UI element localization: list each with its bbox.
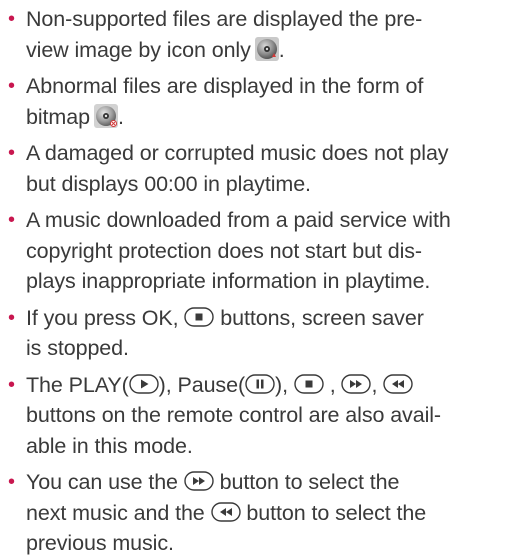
item-text: Abnormal files are displayed in the form…: [26, 74, 424, 98]
bullet: •: [8, 471, 15, 493]
item-text: ), Pause(: [158, 372, 246, 397]
item-text: ),: [275, 372, 288, 397]
stop-button-icon: [294, 373, 324, 394]
play-button-icon: [128, 373, 159, 394]
item-text: If you press OK,: [26, 305, 179, 330]
pause-button-icon: [245, 373, 275, 394]
notes-list: • Non-supported files are displayed the …: [8, 4, 501, 559]
list-item: • The PLAY( ), Pause(), , , buttons on th…: [8, 370, 501, 462]
bullet: •: [8, 209, 15, 231]
item-text: Non-supported files are displayed the pr…: [26, 7, 423, 31]
list-item: • Abnormal files are displayed in the fo…: [8, 71, 501, 132]
rewind-button-icon: [210, 501, 241, 522]
list-item: • If you press OK, buttons, screen saver…: [8, 303, 501, 364]
item-text: able in this mode.: [26, 433, 193, 458]
item-text: but displays 00:00 in playtime.: [26, 171, 311, 196]
item-text: button to select the: [246, 500, 427, 525]
item-text: buttons, screen saver: [220, 305, 424, 330]
item-text: .: [117, 104, 124, 129]
item-text: previous music.: [26, 531, 174, 555]
rewind-button-icon: [383, 373, 413, 394]
unsupported-file-icon: [254, 36, 279, 61]
item-text: bitmap: [26, 104, 90, 129]
item-text: copyright protection does not start but …: [26, 238, 422, 263]
item-text: ,: [371, 372, 378, 397]
stop-button-icon: [184, 306, 215, 327]
list-item: • A damaged or corrupted music does not …: [8, 138, 501, 199]
bullet: •: [8, 373, 15, 396]
list-item: • You can use the button to select the n…: [8, 467, 501, 559]
bullet: •: [8, 75, 15, 97]
item-text: You can use the: [26, 470, 178, 494]
fast-forward-button-icon: [184, 471, 214, 491]
page: • Non-supported files are displayed the …: [0, 0, 507, 555]
item-text: buttons on the remote control are also a…: [26, 403, 441, 427]
list-item: • Non-supported files are displayed the …: [8, 4, 501, 65]
item-text: .: [278, 37, 285, 62]
item-text: The PLAY(: [26, 372, 129, 397]
fast-forward-button-icon: [341, 373, 372, 394]
list-item: • A music downloaded from a paid service…: [8, 205, 501, 297]
item-text: A music downloaded from a paid service w…: [26, 208, 451, 232]
item-text: is stopped.: [26, 336, 129, 360]
item-text: next music and the: [26, 500, 205, 525]
abnormal-file-icon: [93, 103, 118, 128]
item-text: button to select the: [219, 470, 400, 494]
bullet: •: [8, 8, 15, 30]
item-text: A damaged or corrupted music does not pl…: [26, 141, 449, 165]
item-text: ,: [329, 372, 336, 397]
item-text: plays inappropriate information in playt…: [26, 269, 431, 293]
item-text: view image by icon only: [26, 37, 251, 62]
bullet: •: [8, 142, 15, 164]
bullet: •: [8, 306, 15, 329]
